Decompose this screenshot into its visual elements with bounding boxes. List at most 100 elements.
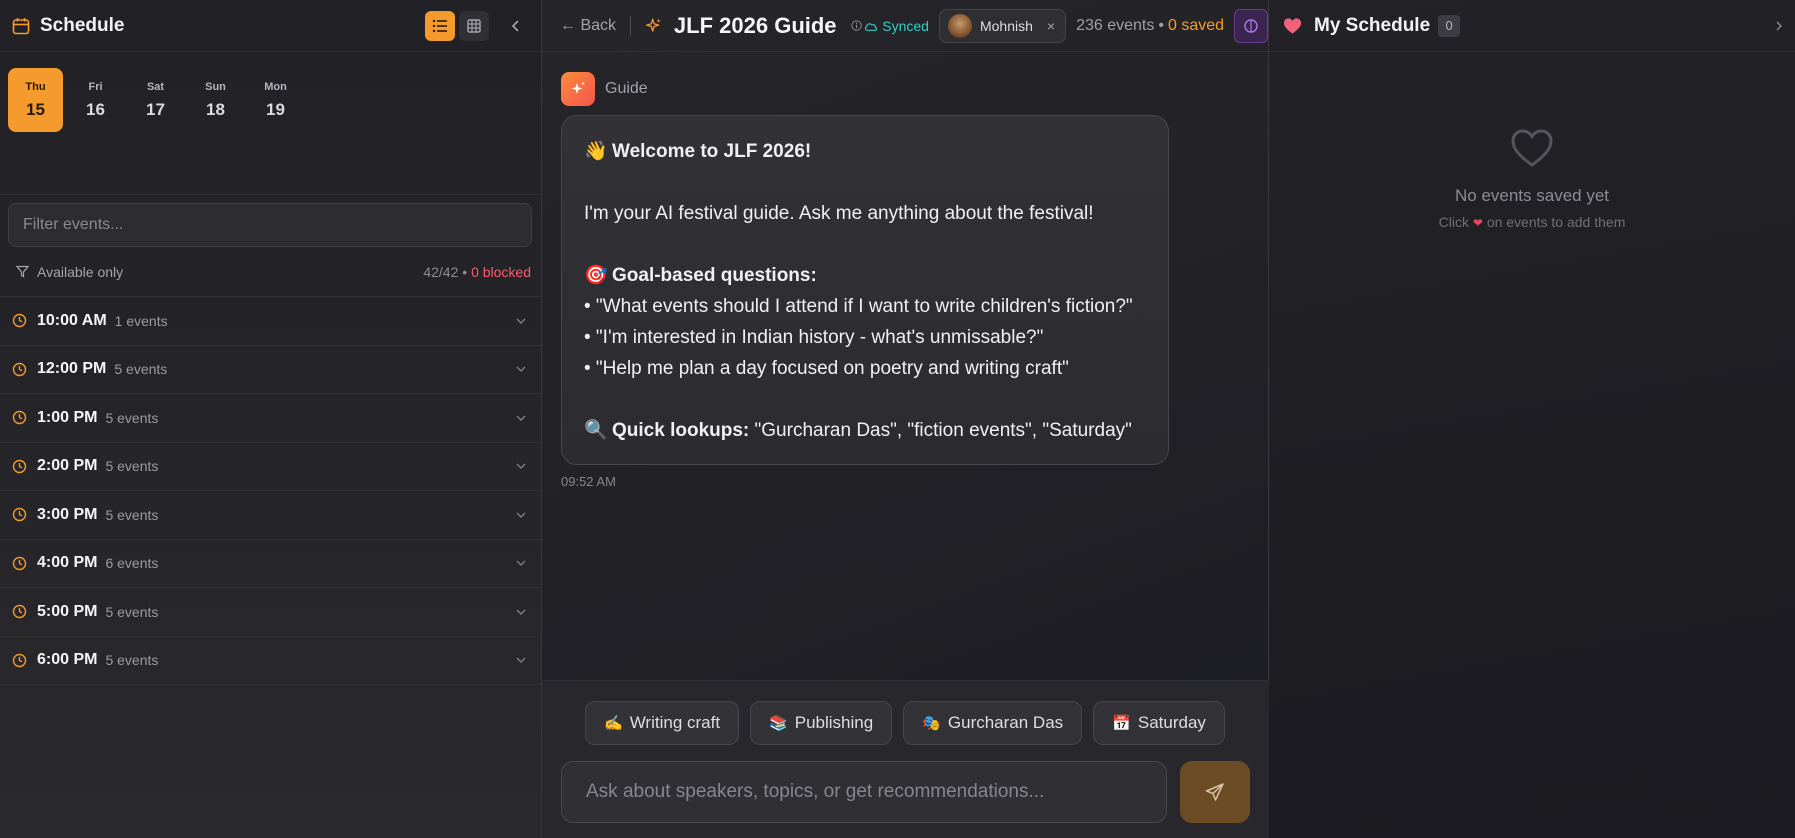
my-schedule-panel: My Schedule 0 No events saved yet Click … (1269, 0, 1795, 838)
schedule-panel: Schedule Thu 15 Fri 16 Sat 17 Sun 18 Mon… (0, 0, 542, 838)
filter-events-input[interactable] (8, 203, 532, 247)
user-chip[interactable]: Mohnish × (938, 8, 1067, 43)
info-icon[interactable] (850, 19, 862, 32)
grid-view-button[interactable] (459, 10, 489, 41)
guide-name: Guide (605, 80, 648, 97)
view-toggle (425, 10, 529, 41)
avatar (947, 13, 972, 38)
heart-icon: ❤ (1472, 216, 1483, 230)
available-only-toggle[interactable]: Available only (37, 264, 123, 280)
slot-count: 1 events (114, 312, 168, 329)
sparkles-icon (645, 18, 661, 32)
close-icon[interactable]: × (1047, 18, 1055, 34)
books-icon: 📚 (769, 715, 788, 732)
filter-icon[interactable] (16, 265, 29, 278)
chevron-down-icon (516, 512, 526, 518)
wave-icon: 👋 (584, 141, 608, 162)
availability-row: Available only 42/42 • 0 blocked (0, 247, 541, 297)
time-slot[interactable]: 6:00 PM 5 events (0, 637, 541, 685)
time-slot[interactable]: 4:00 PM 6 events (0, 540, 541, 588)
time-slot[interactable]: 12:00 PM 5 events (0, 346, 541, 394)
welcome-heading: Welcome to JLF 2026! (612, 141, 812, 162)
events-count: 236 events (1076, 16, 1155, 34)
time-slot-list: 10:00 AM 1 events 12:00 PM 5 events 1:00… (0, 297, 541, 685)
list-view-button[interactable] (425, 10, 455, 41)
guide-sender: Guide (561, 72, 648, 106)
collapse-panel-button[interactable] (503, 11, 529, 41)
day-number: 15 (26, 99, 45, 119)
grid-icon (467, 18, 481, 33)
time-slot[interactable]: 2:00 PM 5 events (0, 443, 541, 491)
day-selector: Thu 15 Fri 16 Sat 17 Sun 18 Mon 19 (0, 52, 541, 195)
availability-counts: 42/42 • 0 blocked (423, 264, 531, 280)
lookup-heading: Quick lookups: (612, 420, 750, 441)
time-slot[interactable]: 10:00 AM 1 events (0, 297, 541, 346)
blocked-count: 0 blocked (471, 263, 531, 280)
day-number: 16 (86, 99, 105, 119)
slot-count: 5 events (105, 652, 159, 669)
chip-saturday[interactable]: 📅 Saturday (1093, 701, 1225, 745)
chip-publishing[interactable]: 📚 Publishing (750, 701, 893, 745)
brain-button[interactable] (1234, 8, 1268, 43)
empty-sub-text: on events to add them (1486, 214, 1626, 230)
chevron-down-icon (516, 318, 526, 324)
intro-line: I'm your AI festival guide. Ask me anyth… (584, 203, 1094, 224)
day-name: Mon (264, 80, 287, 93)
heart-outline-icon (1511, 129, 1553, 167)
send-icon (1205, 783, 1224, 801)
my-schedule-header: My Schedule 0 (1269, 0, 1795, 52)
heart-icon (1283, 17, 1302, 34)
question-item: • "What events should I attend if I want… (584, 296, 1133, 317)
schedule-header: Schedule (0, 0, 541, 52)
message-timestamp: 09:52 AM (561, 474, 616, 489)
slot-time: 4:00 PM (37, 554, 98, 572)
slot-count: 5 events (105, 603, 159, 620)
event-count: 42/42 (423, 263, 459, 280)
slot-count: 5 events (105, 409, 159, 426)
chip-label: Publishing (794, 713, 874, 732)
slot-time: 6:00 PM (37, 651, 98, 669)
chevron-down-icon (516, 415, 526, 421)
guide-title: JLF 2026 Guide (673, 12, 837, 38)
user-name: Mohnish (979, 17, 1033, 34)
time-slot[interactable]: 3:00 PM 5 events (0, 491, 541, 540)
message-line: 🎯 Goal-based questions: (584, 260, 1146, 291)
guide-header: ← Back JLF 2026 Guide Synced Mohnish × 2… (542, 0, 1268, 52)
sync-status: Synced (882, 17, 929, 34)
welcome-message: 👋 Welcome to JLF 2026! I'm your AI festiv… (561, 115, 1169, 465)
ask-input[interactable] (561, 761, 1167, 823)
day-sat[interactable]: Sat 17 (128, 68, 183, 132)
chevron-down-icon (516, 560, 526, 567)
question-item: • "I'm interested in Indian history - wh… (584, 327, 1044, 348)
day-name: Thu (25, 80, 46, 93)
time-slot[interactable]: 5:00 PM 5 events (0, 588, 541, 637)
slot-count: 5 events (105, 458, 159, 475)
day-thu[interactable]: Thu 15 (8, 68, 63, 132)
day-number: 17 (146, 99, 165, 119)
brain-icon (1244, 18, 1258, 33)
chip-label: Gurcharan Das (947, 713, 1064, 732)
chip-writing-craft[interactable]: ✍️ Writing craft (585, 701, 740, 745)
day-fri[interactable]: Fri 16 (68, 68, 123, 132)
slot-time: 2:00 PM (37, 457, 98, 475)
slot-time: 10:00 AM (37, 311, 107, 329)
message-line: 👋 Welcome to JLF 2026! (584, 136, 1146, 167)
chevron-right-icon[interactable] (1773, 20, 1785, 32)
day-sun[interactable]: Sun 18 (188, 68, 243, 132)
slot-time: 12:00 PM (37, 360, 107, 378)
back-button[interactable]: ← Back (560, 17, 616, 35)
slot-count: 6 events (105, 555, 159, 572)
day-name: Sun (205, 80, 226, 93)
separator-dot: • (1158, 16, 1164, 34)
send-button[interactable] (1180, 761, 1250, 823)
slot-count: 5 events (105, 506, 159, 523)
lookup-text: "Gurcharan Das", "fiction events", "Satu… (749, 420, 1132, 441)
day-name: Sat (146, 80, 165, 93)
time-slot[interactable]: 1:00 PM 5 events (0, 394, 541, 443)
day-mon[interactable]: Mon 19 (248, 68, 303, 132)
divider (630, 15, 631, 36)
separator-dot: • (462, 263, 468, 280)
chip-gurcharan-das[interactable]: 🎭 Gurcharan Das (903, 701, 1083, 745)
